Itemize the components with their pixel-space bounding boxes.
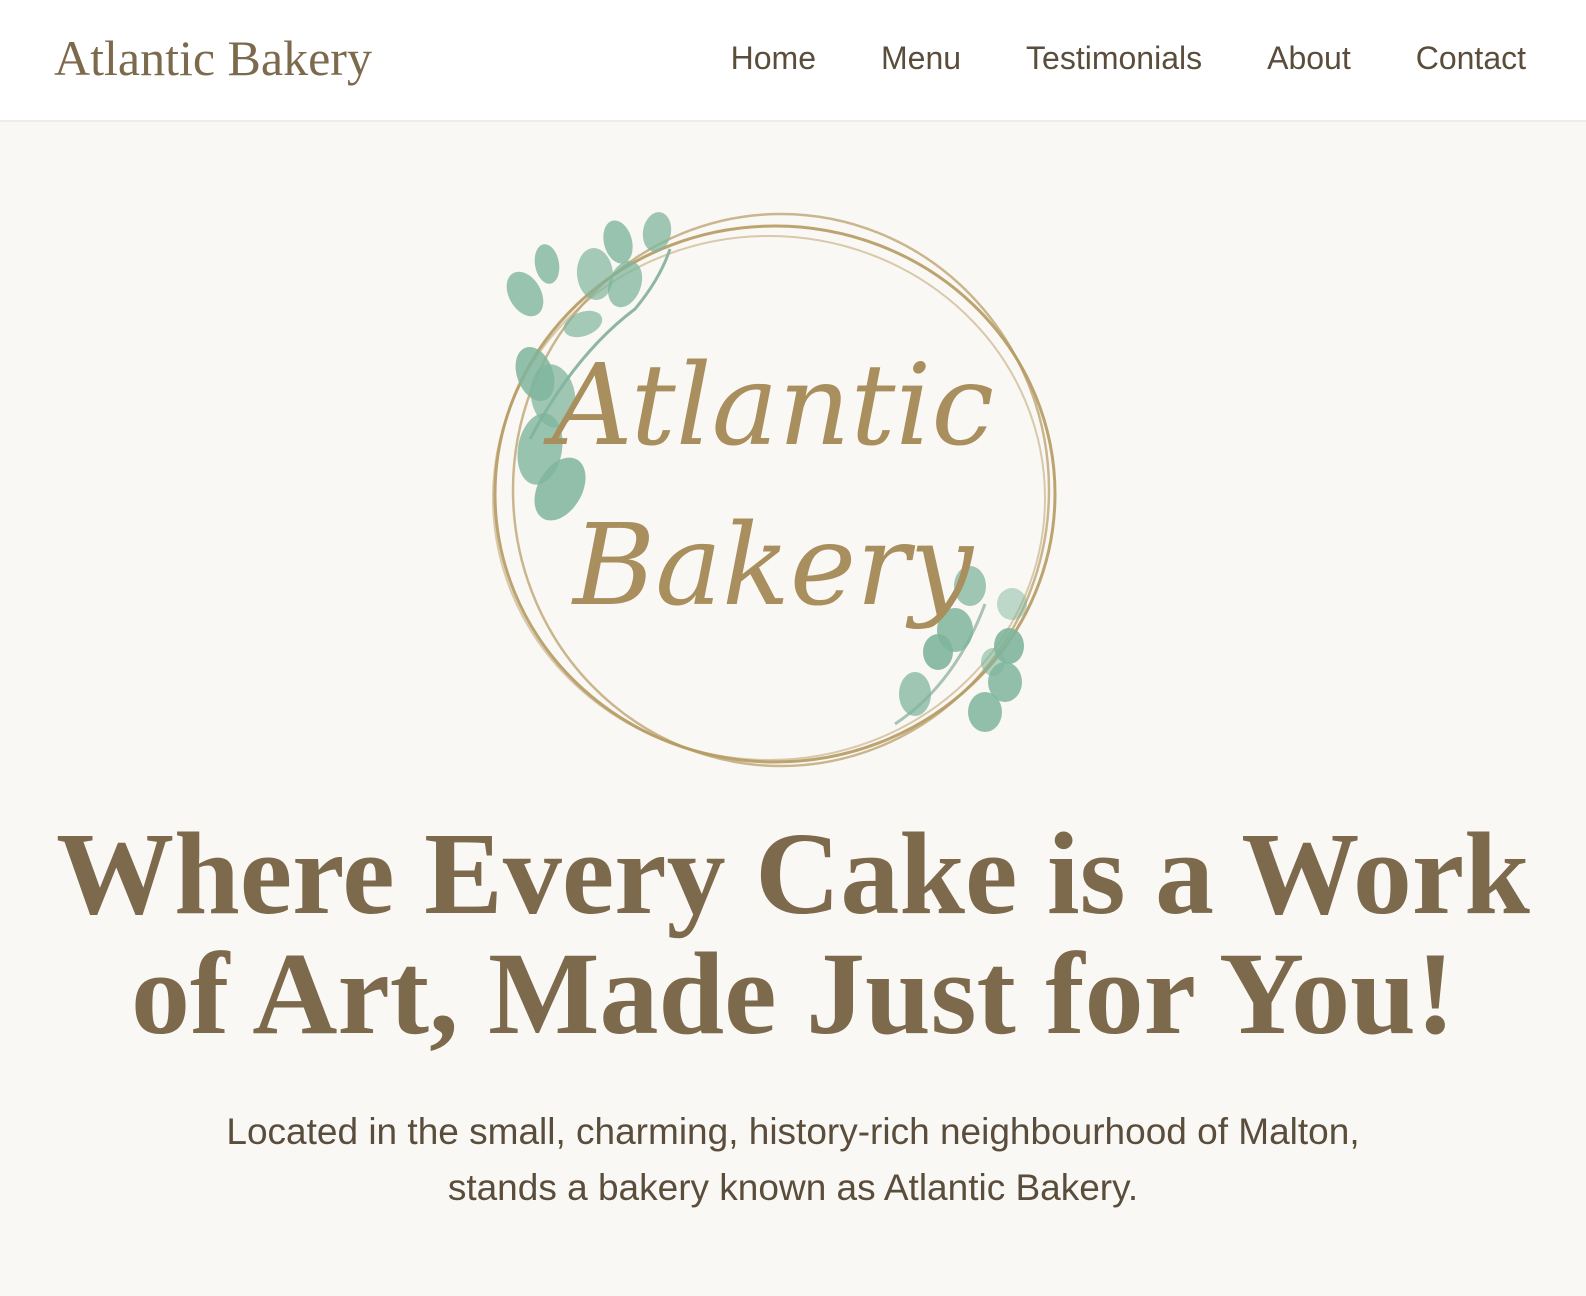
hero-tagline-line1: Located in the small, charming, history-… [226, 1111, 1360, 1152]
nav-link-home[interactable]: Home [731, 36, 816, 80]
nav-link-contact[interactable]: Contact [1416, 36, 1526, 80]
hero-tagline-line2: stands a bakery known as Atlantic Bakery… [447, 1167, 1139, 1208]
bakery-logo-emblem: Atlantic Bakery [485, 204, 1085, 804]
logo-wreath-graphic: Atlantic Bakery [492, 212, 1057, 768]
nav-link-testimonials[interactable]: Testimonials [1026, 36, 1202, 80]
hero-tagline: Located in the small, charming, history-… [120, 1104, 1466, 1216]
hero-headline: Where Every Cake is a Work of Art, Made … [0, 814, 1586, 1054]
logo-script-line2: Bakery [571, 501, 975, 631]
main-nav: Home Menu Testimonials About Contact [731, 36, 1526, 80]
nav-link-about[interactable]: About [1267, 36, 1351, 80]
hero-section: Atlantic Bakery Where Every Cake is a Wo… [0, 124, 1586, 1296]
logo-script-line1: Atlantic [543, 341, 994, 471]
nav-link-menu[interactable]: Menu [881, 36, 961, 80]
hero-headline-line1: Where Every Cake is a Work [56, 808, 1530, 939]
site-logo-text[interactable]: Atlantic Bakery [54, 28, 372, 88]
site-header: Atlantic Bakery Home Menu Testimonials A… [0, 0, 1586, 122]
hero-headline-line2: of Art, Made Just for You! [130, 928, 1456, 1059]
